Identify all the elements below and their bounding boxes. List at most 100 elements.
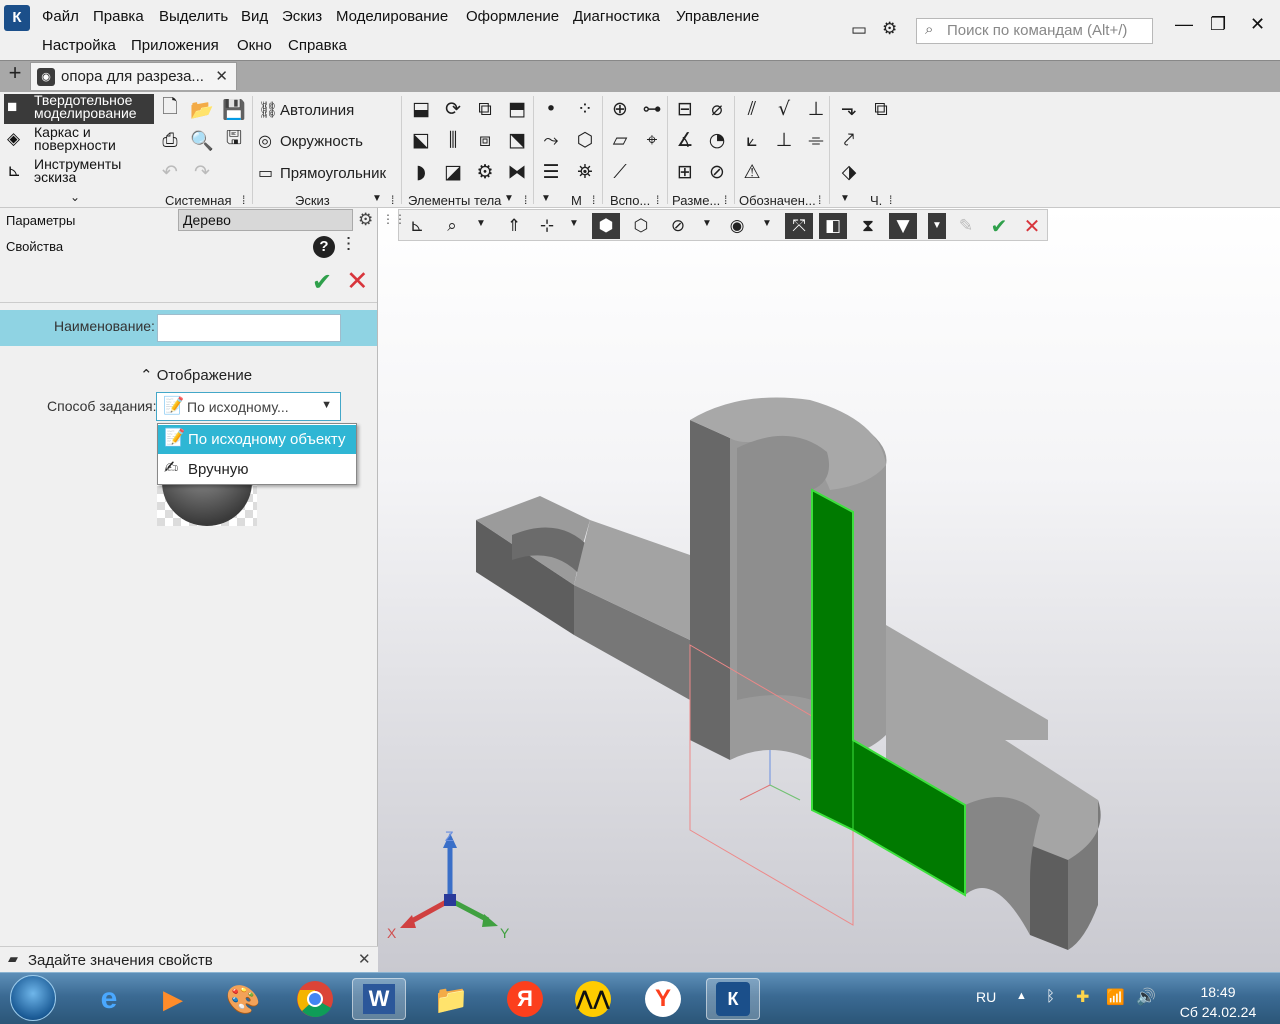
axis-icon[interactable]: ⊶	[639, 96, 665, 122]
menu-settings[interactable]: Настройка	[42, 37, 116, 54]
redo-icon[interactable]: ↷	[189, 159, 215, 185]
kompas-taskbar-icon[interactable]: К	[706, 978, 760, 1020]
minimize-icon[interactable]: —	[1175, 14, 1193, 35]
orbit-icon[interactable]: ⇑	[500, 213, 528, 239]
filter-dropdown-icon[interactable]: ▼	[928, 213, 946, 239]
abort-icon[interactable]: ✕	[1018, 213, 1046, 239]
group-dropdown-icon[interactable]: ▼	[541, 193, 551, 204]
save-icon[interactable]: 💾	[221, 96, 247, 122]
close-icon[interactable]: ✕	[1250, 14, 1265, 35]
expand-modes-icon[interactable]: ⌄	[70, 190, 80, 204]
section-view-toggle-icon[interactable]: ◧	[819, 213, 847, 239]
tray-app-icon[interactable]: ✚	[1076, 987, 1089, 1007]
tree-view-icon[interactable]: ⫶	[346, 235, 351, 257]
tolerance-icon[interactable]: ⊥	[771, 127, 797, 153]
group-dropdown-icon[interactable]: ▼	[504, 193, 514, 204]
position-mark-icon[interactable]: ⚠	[739, 159, 765, 185]
mode-surfaces[interactable]: ◈ Каркас и поверхности	[4, 125, 154, 156]
loft-icon[interactable]: ⬒	[504, 96, 530, 122]
cut-extrude-icon[interactable]: ⬕	[408, 127, 434, 153]
save-all-icon[interactable]: 🖫	[221, 127, 247, 153]
local-view-icon[interactable]: ⬗	[836, 159, 862, 185]
3d-viewport[interactable]: Z X Y	[378, 208, 1280, 972]
marking-icon[interactable]: ⌯	[803, 127, 829, 153]
menu-window[interactable]: Окно	[237, 37, 272, 54]
auto-dimension-icon[interactable]: ⊞	[672, 159, 698, 185]
base-symbol-icon[interactable]: ⊥	[803, 96, 829, 122]
roughness-icon[interactable]: √	[771, 96, 797, 122]
angular-dimension-icon[interactable]: ∡	[672, 127, 698, 153]
fillet-icon[interactable]: ◗	[408, 159, 434, 185]
volume-icon[interactable]: 🔊	[1136, 987, 1156, 1007]
sweep-icon[interactable]: ⧉	[472, 96, 498, 122]
point-icon[interactable]: •	[538, 96, 564, 122]
media-player-icon[interactable]: ▶	[146, 978, 200, 1020]
menu-management[interactable]: Управление	[676, 8, 759, 25]
restore-icon[interactable]: ❐	[1210, 14, 1226, 35]
document-tab[interactable]: ◉ опора для разреза... ✕	[30, 62, 237, 90]
panel-layout-icon[interactable]: ▭	[851, 20, 867, 40]
settings-window-icon[interactable]: ⚙	[882, 19, 897, 39]
sketch-circle[interactable]: ◎ Окружность	[258, 131, 363, 150]
snap-icon[interactable]: ⤧	[785, 213, 813, 239]
yandex-icon[interactable]: Y	[636, 978, 690, 1020]
leader-icon[interactable]: ⟀	[739, 127, 765, 153]
start-button[interactable]	[10, 975, 56, 1021]
menu-select[interactable]: Выделить	[159, 8, 228, 25]
menu-sketch[interactable]: Эскиз	[282, 8, 322, 25]
internet-explorer-icon[interactable]: e	[82, 978, 136, 1020]
offset-plane-icon[interactable]: ▱	[607, 127, 633, 153]
measure-icon[interactable]: ⊘	[704, 159, 730, 185]
point-array-icon[interactable]: ⁘	[572, 96, 598, 122]
menu-view[interactable]: Вид	[241, 8, 268, 25]
chrome-icon[interactable]	[288, 978, 342, 1020]
command-search-input[interactable]: ⌕ Поиск по командам (Alt+/)	[916, 18, 1153, 44]
visibility-dropdown-icon[interactable]: ▼	[762, 218, 772, 229]
eyedropper-icon[interactable]: ✎	[952, 213, 980, 239]
paint-icon[interactable]: 🎨	[216, 978, 270, 1020]
yandex-music-icon[interactable]: ⋀⋀	[566, 978, 620, 1020]
print-icon[interactable]: ⎙	[157, 127, 183, 153]
hide-icon[interactable]: ⊘	[664, 213, 692, 239]
zoom-icon[interactable]: ⌕	[438, 213, 466, 239]
menu-help[interactable]: Справка	[288, 37, 347, 54]
cancel-button[interactable]: ✕	[346, 266, 369, 297]
visibility-icon[interactable]: ◉	[723, 213, 751, 239]
curve-icon[interactable]: ⤳	[538, 127, 564, 153]
shell-icon[interactable]: ⧈	[472, 127, 498, 153]
clock[interactable]: 18:49 Сб 24.02.24	[1178, 982, 1258, 1022]
menu-diagnostics[interactable]: Диагностика	[573, 8, 660, 25]
hide-dropdown-icon[interactable]: ▼	[702, 218, 712, 229]
mode-solid-modeling[interactable]: ■ Твердотельное моделирование	[4, 93, 154, 124]
name-input[interactable]	[157, 314, 341, 342]
display-section-header[interactable]: ⌃ Отображение	[140, 366, 252, 384]
menu-modeling[interactable]: Моделирование	[336, 8, 448, 25]
diameter-dimension-icon[interactable]: ⌀	[704, 96, 730, 122]
thread-icon[interactable]: ⫽	[739, 96, 765, 122]
open-folder-icon[interactable]: 📂	[189, 96, 215, 122]
associative-view-icon[interactable]: ⧉	[868, 96, 894, 122]
revolve-icon[interactable]: ⟳	[440, 96, 466, 122]
word-icon[interactable]: W	[352, 978, 406, 1020]
copy-geometry-icon[interactable]: ⛯	[572, 159, 598, 185]
sketch-view-icon[interactable]: ⊾	[403, 213, 431, 239]
rib-icon[interactable]: ⬔	[504, 127, 530, 153]
extrude-icon[interactable]: ⬓	[408, 96, 434, 122]
app-logo-icon[interactable]: К	[4, 5, 30, 31]
yandex-browser-icon[interactable]: Я	[498, 978, 552, 1020]
pattern-icon[interactable]: ⚙	[472, 159, 498, 185]
drawing-view-icon[interactable]: ⬎	[836, 96, 862, 122]
mode-sketch-tools[interactable]: ⊾ Инструменты эскиза	[4, 157, 154, 188]
linear-dimension-icon[interactable]: ⊟	[672, 96, 698, 122]
sketch-rectangle[interactable]: ▭ Прямоугольник	[258, 163, 386, 182]
spiral-icon[interactable]: ☰	[538, 159, 564, 185]
new-document-icon[interactable]: 🗋	[157, 96, 183, 122]
bluetooth-icon[interactable]: ᛒ	[1046, 988, 1055, 1005]
layers-icon[interactable]: ⧗	[854, 213, 882, 239]
menu-file[interactable]: Файл	[42, 8, 79, 25]
shaded-view-icon[interactable]: ⬢	[592, 213, 620, 239]
gear-icon[interactable]: ⚙	[358, 210, 373, 230]
network-icon[interactable]: 📶	[1106, 988, 1125, 1006]
group-dropdown-icon[interactable]: ▼	[840, 193, 850, 204]
close-tab-icon[interactable]: ✕	[215, 67, 228, 85]
